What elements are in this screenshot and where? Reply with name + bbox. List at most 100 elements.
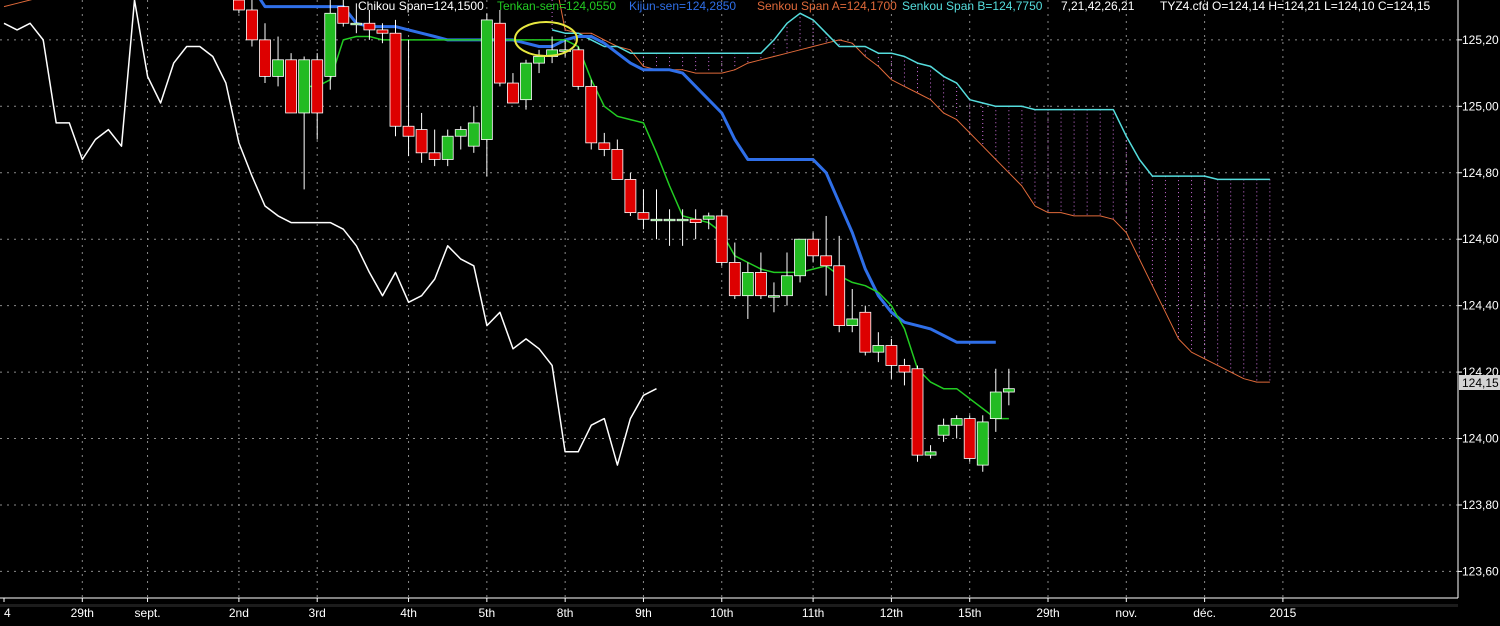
y-tick-label: 123,80	[1462, 498, 1499, 512]
candle-body	[963, 418, 976, 459]
scroll-strip[interactable]	[0, 604, 1458, 607]
x-tick-label: 2015	[1270, 606, 1297, 620]
candle-body	[689, 218, 702, 223]
current-price-marker: 124,15	[1459, 375, 1500, 390]
candle-body	[637, 212, 650, 220]
bearish-candle	[911, 365, 924, 462]
candle-body	[807, 238, 819, 257]
candle-body	[650, 218, 663, 222]
bearish-candle	[624, 172, 637, 216]
candle-body	[885, 345, 898, 366]
x-tick-label: 10th	[710, 606, 733, 620]
x-tick-label: 29th	[1036, 606, 1059, 620]
candle-body	[833, 265, 846, 326]
x-tick-label: 29th	[71, 606, 94, 620]
candle-body	[402, 125, 415, 137]
x-tick-label: 4	[4, 606, 11, 620]
candle-body	[232, 0, 245, 11]
candle-body	[755, 272, 767, 297]
x-tick-label: 11th	[802, 606, 824, 620]
bearish-candle	[585, 79, 598, 150]
params-legend: 7,21,42,26,21	[1061, 0, 1135, 13]
candle-body	[611, 149, 624, 180]
x-tick-label: 5th	[479, 606, 496, 620]
candle-body	[272, 59, 284, 77]
candle-body	[898, 365, 911, 373]
bullish-candle	[324, 0, 337, 90]
candle-body	[846, 318, 859, 326]
candle-body	[350, 22, 363, 26]
candle-body	[520, 62, 532, 101]
candle-body	[480, 19, 493, 140]
senkou-a-legend: Senkou Span A=124,1700	[757, 0, 897, 13]
candle-body	[285, 59, 298, 114]
candle-body	[415, 129, 428, 154]
y-tick-label: 125,20	[1462, 33, 1499, 47]
candle-body	[507, 82, 519, 104]
current-price-label: 124,15	[1462, 376, 1499, 390]
x-tick-label: 12th	[880, 606, 903, 620]
bearish-candle	[389, 19, 402, 137]
candle-body	[337, 6, 350, 24]
x-tick-label: 9th	[635, 606, 652, 620]
candle-body	[768, 295, 780, 298]
candle-body	[1002, 388, 1015, 393]
candle-body	[715, 215, 728, 263]
bearish-candle	[859, 305, 872, 356]
candle-body	[467, 122, 480, 147]
candle-body	[572, 49, 585, 87]
candle-body	[454, 129, 467, 137]
chikou-legend: Chikou Span=124,1500	[358, 0, 484, 13]
candle-body	[585, 85, 598, 144]
x-tick-label: nov.	[1115, 606, 1137, 620]
y-tick-label: 125,00	[1462, 99, 1499, 113]
candle-body	[441, 135, 454, 160]
candle-body	[624, 178, 637, 214]
candle-body	[363, 22, 376, 31]
y-tick-label: 124,40	[1462, 299, 1499, 313]
x-tick-label: 4th	[400, 606, 417, 620]
x-tick-label: 8th	[557, 606, 574, 620]
candle-body	[989, 391, 1002, 419]
candle-body	[950, 418, 963, 426]
x-tick-label: 15th	[958, 606, 981, 620]
y-tick-label: 124,60	[1462, 232, 1499, 246]
y-tick-label: 124,80	[1462, 166, 1499, 180]
candle-body	[859, 311, 872, 353]
ichimoku-chart: Chikou Span=124,1500 Tenkan-sen=124,0550…	[0, 0, 1500, 626]
candle-body	[676, 218, 689, 222]
y-tick-label: 124,00	[1462, 432, 1499, 446]
candle-body	[493, 22, 506, 84]
candle-body	[259, 39, 271, 77]
candle-body	[781, 275, 793, 297]
x-tick-label: 2nd	[229, 606, 249, 620]
candle-body	[976, 421, 989, 466]
bearish-candle	[715, 209, 728, 266]
candle-body	[924, 451, 937, 456]
kijun-legend: Kijun-sen=124,2850	[629, 0, 736, 13]
candle-body	[389, 32, 402, 127]
candle-body	[794, 238, 806, 277]
ohlc-legend: TYZ4.cfd O=124,14 H=124,21 L=124,10 C=12…	[1160, 0, 1431, 13]
chart-background	[0, 0, 1500, 626]
bearish-candle	[963, 415, 976, 462]
candle-body	[872, 345, 885, 353]
candle-body	[298, 59, 311, 114]
candle-body	[324, 12, 337, 77]
tenkan-legend: Tenkan-sen=124,0550	[497, 0, 616, 13]
y-tick-label: 123,60	[1462, 564, 1499, 578]
bullish-candle	[794, 238, 806, 283]
senkou-b-legend: Senkou Span B=124,7750	[902, 0, 1043, 13]
candle-body	[376, 29, 389, 34]
candle-body	[820, 255, 833, 267]
x-tick-label: déc.	[1193, 606, 1216, 620]
candle-body	[741, 272, 754, 297]
candle-body	[311, 59, 324, 114]
candle-body	[911, 368, 924, 456]
candle-body	[598, 142, 611, 150]
candle-body	[428, 152, 441, 160]
candle-body	[663, 218, 676, 222]
candle-body	[702, 215, 715, 220]
candle-body	[246, 9, 258, 41]
bullish-candle	[976, 415, 989, 472]
